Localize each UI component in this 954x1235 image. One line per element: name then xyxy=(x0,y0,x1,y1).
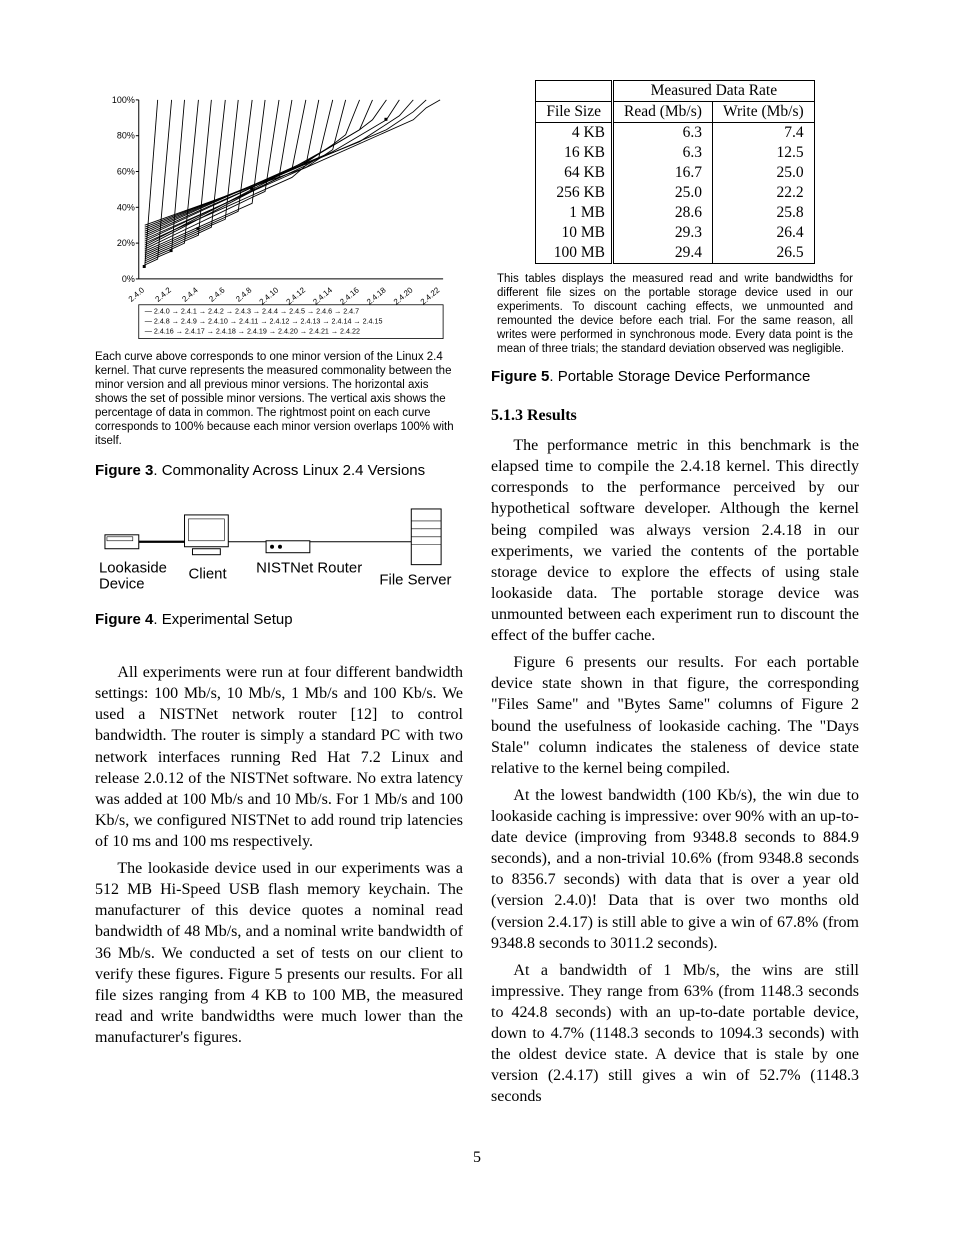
fig3-label: Figure 3. Commonality Across Linux 2.4 V… xyxy=(95,462,463,479)
table-cell: 29.4 xyxy=(613,243,713,264)
table-cell: 1 MB xyxy=(536,203,613,223)
svg-text:— 2.4.0 → 2.4.1 → 2.4.2: — 2.4.0 → 2.4.1 → 2.4.2 → 2.4.3 → 2.4.4 … xyxy=(145,308,359,316)
table-cell: 26.5 xyxy=(712,243,814,264)
table-cell: 28.6 xyxy=(613,203,713,223)
table-cell: 25.0 xyxy=(613,183,713,203)
svg-text:2.4.20: 2.4.20 xyxy=(392,285,415,306)
table-cell: 10 MB xyxy=(536,223,613,243)
svg-text:2.4.14: 2.4.14 xyxy=(311,285,334,306)
svg-text:Client: Client xyxy=(188,566,227,582)
svg-text:2.4.2: 2.4.2 xyxy=(154,285,174,304)
svg-text:60%: 60% xyxy=(117,166,135,176)
svg-text:2.4.6: 2.4.6 xyxy=(207,285,227,304)
fig4-label: Figure 4. Experimental Setup xyxy=(95,611,463,628)
svg-text:2.4.16: 2.4.16 xyxy=(338,285,361,306)
right-para-4: At a bandwidth of 1 Mb/s, the wins are s… xyxy=(491,960,859,1108)
svg-text:0%: 0% xyxy=(122,274,135,284)
table-cell: 100 MB xyxy=(536,243,613,264)
svg-text:20%: 20% xyxy=(117,238,135,248)
svg-text:80%: 80% xyxy=(117,131,135,141)
table-cell: 6.3 xyxy=(613,143,713,163)
svg-text:Lookaside: Lookaside xyxy=(99,560,167,576)
table-cell: 29.3 xyxy=(613,223,713,243)
svg-text:2.4.4: 2.4.4 xyxy=(180,285,200,304)
svg-text:2.4.0: 2.4.0 xyxy=(127,285,147,304)
right-para-1: The performance metric in this benchmark… xyxy=(491,435,859,646)
left-para-2: The lookaside device used in our experim… xyxy=(95,858,463,1048)
svg-text:2.4.18: 2.4.18 xyxy=(365,285,388,306)
table-cell: 25.0 xyxy=(712,163,814,183)
right-para-2: Figure 6 presents our results. For each … xyxy=(491,652,859,779)
fig5-table: Measured Data Rate File Size Read (Mb/s)… xyxy=(535,80,814,264)
page-number: 5 xyxy=(95,1149,859,1167)
svg-text:— 2.4.8 → 2.4.9 → 2.4.10: — 2.4.8 → 2.4.9 → 2.4.10 → 2.4.11 → 2.4.… xyxy=(145,318,383,326)
table-cell: 64 KB xyxy=(536,163,613,183)
svg-text:NISTNet Router: NISTNet Router xyxy=(256,560,362,576)
svg-text:2.4.10: 2.4.10 xyxy=(258,285,281,306)
svg-text:2.4.22: 2.4.22 xyxy=(419,285,442,306)
svg-text:40%: 40% xyxy=(117,202,135,212)
svg-text:2.4.8: 2.4.8 xyxy=(234,285,254,304)
svg-text:2.4.12: 2.4.12 xyxy=(284,285,307,306)
left-para-1: All experiments were run at four differe… xyxy=(95,662,463,852)
table-cell: 12.5 xyxy=(712,143,814,163)
svg-text:— 2.4.16 → 2.4.17 → 2.4.18: — 2.4.16 → 2.4.17 → 2.4.18 → 2.4.19 → 2.… xyxy=(145,328,360,336)
table-cell: 26.4 xyxy=(712,223,814,243)
table-cell: 16 KB xyxy=(536,143,613,163)
table-cell: 4 KB xyxy=(536,123,613,144)
svg-text:File Server: File Server xyxy=(379,572,451,588)
right-para-3: At the lowest bandwidth (100 Kb/s), the … xyxy=(491,785,859,954)
table-cell: 16.7 xyxy=(613,163,713,183)
svg-text:Device: Device xyxy=(99,576,145,592)
table-cell: 256 KB xyxy=(536,183,613,203)
table-cell: 25.8 xyxy=(712,203,814,223)
table-cell: 6.3 xyxy=(613,123,713,144)
section-heading: 5.1.3 Results xyxy=(491,407,859,425)
fig5-label: Figure 5. Portable Storage Device Perfor… xyxy=(491,368,859,385)
table-cell: 7.4 xyxy=(712,123,814,144)
fig3-chart: 0% 20% 40% 60% 80% 100% 2.4.0 2.4.2 2.4.… xyxy=(95,80,463,344)
table-cell: 22.2 xyxy=(712,183,814,203)
fig3-caption: Each curve above corresponds to one mino… xyxy=(95,350,463,448)
fig4-diagram: Lookaside Device Client NISTNet Router F… xyxy=(95,501,463,605)
svg-text:100%: 100% xyxy=(112,95,135,105)
fig5-caption: This tables displays the measured read a… xyxy=(497,272,853,356)
